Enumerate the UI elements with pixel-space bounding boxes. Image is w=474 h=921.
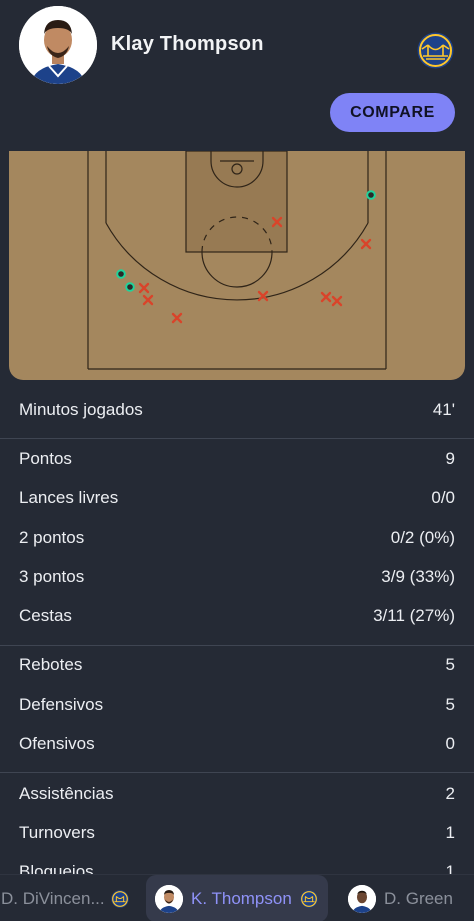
player-stats-screen: Klay Thompson COMPARE Minutos jogados 41…: [0, 0, 474, 921]
free-throw-circle-bottom: [201, 251, 273, 288]
stat-label: Turnovers: [19, 823, 95, 842]
paint-area: [185, 151, 288, 253]
stat-row-defensive: Defensivos 5: [19, 693, 455, 717]
stat-row-assists: Assistências 2: [19, 782, 455, 806]
missed-shot-marker: [138, 282, 150, 294]
stat-value: 0/2 (0%): [390, 528, 455, 547]
stat-row-field-goals: Cestas 3/11 (27%): [19, 604, 455, 628]
court-svg: [87, 151, 387, 370]
section-divider: [0, 645, 474, 646]
stat-row-three-pointers: 3 pontos 3/9 (33%): [19, 565, 455, 589]
nav-next-player[interactable]: D. Green: [346, 875, 474, 921]
missed-shot-marker: [142, 294, 154, 306]
stat-value: 0: [445, 734, 455, 753]
made-shot-marker: [125, 282, 135, 292]
stat-value: 3/11 (27%): [373, 606, 455, 625]
stat-label: Ofensivos: [19, 734, 95, 753]
stat-row-turnovers: Turnovers 1: [19, 821, 455, 845]
stat-value: 1: [445, 823, 455, 842]
stat-label: Assistências: [19, 784, 114, 803]
stat-value: 5: [445, 695, 455, 714]
stat-label: Lances livres: [19, 488, 119, 507]
stat-row-rebounds: Rebotes 5: [19, 653, 455, 677]
missed-shot-marker: [331, 295, 343, 307]
stat-label: Pontos: [19, 449, 72, 468]
compare-button[interactable]: COMPARE: [330, 93, 455, 132]
stat-label: Defensivos: [19, 695, 104, 714]
nav-player-name: D. Green: [384, 888, 453, 908]
missed-shot-marker: [360, 238, 372, 250]
missed-shot-marker: [320, 291, 332, 303]
stat-label: 3 pontos: [19, 567, 85, 586]
player-avatar: [155, 884, 183, 913]
nav-prev-player[interactable]: D. DiVincen...: [0, 875, 132, 921]
missed-shot-marker: [257, 290, 269, 302]
player-header: Klay Thompson COMPARE: [0, 0, 474, 150]
warriors-logo-icon: [110, 889, 129, 908]
warriors-logo-icon: [300, 889, 318, 908]
stat-row-free-throws: Lances livres 0/0: [19, 486, 455, 510]
stat-value: 0/0: [431, 488, 455, 507]
stat-label: 2 pontos: [19, 528, 85, 547]
stat-label: Minutos jogados: [19, 400, 143, 419]
stat-row-minutes: Minutos jogados 41': [19, 398, 455, 422]
stat-row-two-pointers: 2 pontos 0/2 (0%): [19, 526, 455, 550]
made-shot-marker: [116, 269, 126, 279]
player-switcher: D. DiVincen... K. Thompson D. Green: [0, 874, 474, 921]
section-divider: [0, 438, 474, 439]
nav-current-player[interactable]: K. Thompson: [146, 875, 328, 921]
stat-value: 9: [445, 449, 455, 468]
player-avatar: [348, 884, 376, 913]
player-avatar: [19, 6, 97, 84]
stat-label: Cestas: [19, 606, 72, 625]
missed-shot-marker: [171, 312, 183, 324]
nav-player-name: K. Thompson: [191, 888, 292, 908]
made-shot-marker: [366, 190, 376, 200]
shot-chart-court: [9, 151, 465, 380]
stat-value: 41': [432, 400, 455, 419]
stat-row-offensive: Ofensivos 0: [19, 732, 455, 756]
warriors-logo-icon[interactable]: [417, 32, 454, 69]
stat-label: Rebotes: [19, 655, 83, 674]
stat-value: 5: [445, 655, 455, 674]
stat-value: 2: [445, 784, 455, 803]
stat-row-points: Pontos 9: [19, 447, 455, 471]
section-divider: [0, 772, 474, 773]
nav-player-name: D. DiVincen...: [1, 888, 105, 908]
stat-value: 3/9 (33%): [381, 567, 455, 586]
player-name: Klay Thompson: [111, 33, 264, 55]
